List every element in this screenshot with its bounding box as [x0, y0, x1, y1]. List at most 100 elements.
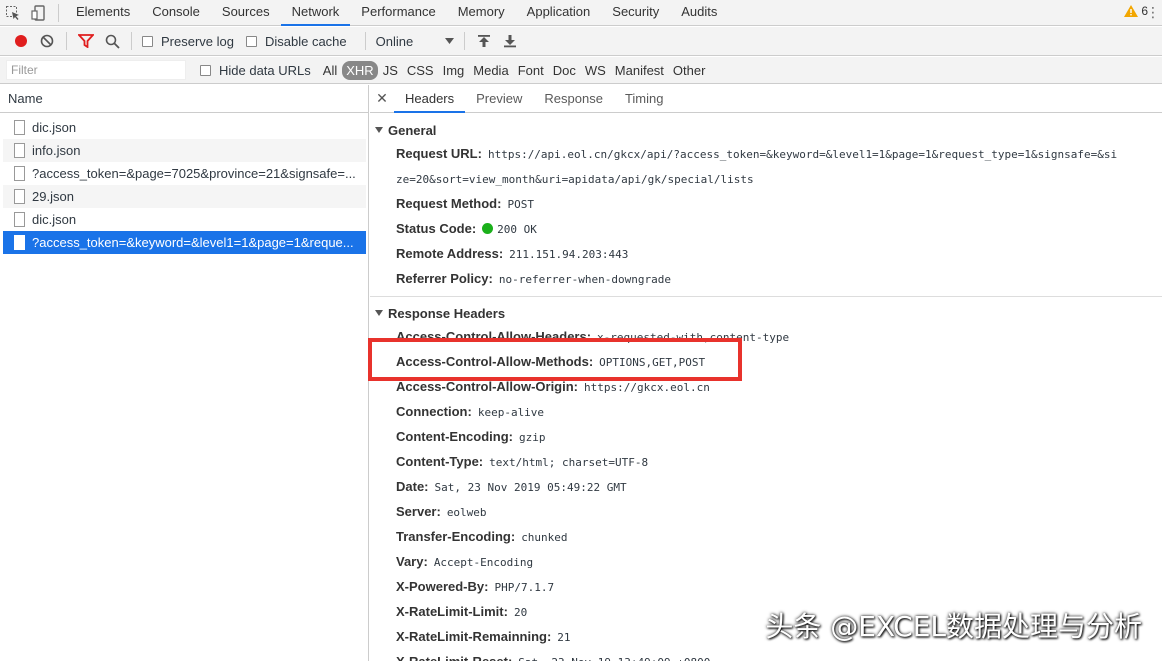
header-name: X-RateLimit-Reset: — [396, 654, 512, 661]
header-value: 21 — [557, 631, 571, 644]
header-value: 211.151.94.203:443 — [509, 248, 629, 261]
tab-application[interactable]: Application — [516, 0, 602, 26]
tab-audits[interactable]: Audits — [670, 0, 728, 26]
filter-input[interactable]: Filter — [6, 60, 186, 80]
header-value: Sat, 23 Nov 19 13:49:09 +0800 — [518, 656, 710, 661]
warnings-counter[interactable]: 6 — [1124, 4, 1148, 18]
search-button[interactable] — [99, 28, 125, 54]
tab-elements[interactable]: Elements — [65, 0, 141, 26]
tab-headers[interactable]: Headers — [394, 85, 466, 113]
general-section-header[interactable]: General — [370, 118, 1162, 142]
throttling-value: Online — [375, 33, 414, 49]
filter-type-media[interactable]: Media — [469, 63, 512, 78]
checkbox-box[interactable] — [200, 64, 211, 76]
tab-console[interactable]: Console — [141, 0, 211, 26]
remote-address-row: Remote Address: 211.151.94.203:443 — [370, 242, 1162, 267]
record-button[interactable] — [8, 28, 34, 54]
filter-type-font[interactable]: Font — [514, 63, 548, 78]
request-row[interactable]: dic.json — [3, 208, 366, 231]
checkbox-box[interactable] — [245, 35, 257, 47]
response-header-row: Vary: Accept-Encoding — [370, 550, 1162, 575]
kebab-menu-icon[interactable]: ⋮ — [1146, 4, 1160, 21]
header-name: Content-Encoding: — [396, 429, 513, 444]
response-header-row: Server: eolweb — [370, 500, 1162, 525]
response-header-row: Connection: keep-alive — [370, 400, 1162, 425]
inspect-element-icon[interactable] — [0, 0, 26, 26]
header-name: Content-Type: — [396, 454, 484, 469]
preserve-log-label: Preserve log — [161, 33, 234, 49]
throttling-select[interactable]: Online — [372, 34, 458, 49]
filter-type-manifest[interactable]: Manifest — [611, 63, 668, 78]
request-row[interactable]: info.json — [3, 139, 366, 162]
header-name: Referrer Policy: — [396, 271, 493, 286]
request-row[interactable]: dic.json — [3, 116, 366, 139]
filter-button[interactable] — [73, 28, 99, 54]
tab-performance[interactable]: Performance — [350, 0, 446, 26]
toolbar-separator — [463, 32, 465, 50]
disable-cache-label: Disable cache — [264, 33, 347, 49]
device-toolbar-icon[interactable] — [26, 0, 52, 26]
request-row[interactable]: 29.json — [3, 185, 366, 208]
detail-tabbar: ✕ Headers Preview Response Timing — [370, 85, 1162, 113]
request-row-selected[interactable]: ?access_token=&keyword=&level1=1&page=1&… — [3, 231, 366, 254]
header-name: Date: — [396, 479, 429, 494]
filter-type-all[interactable]: All — [319, 63, 341, 78]
response-headers-title: Response Headers — [388, 305, 506, 321]
tab-timing[interactable]: Timing — [614, 85, 675, 113]
import-har-button[interactable] — [471, 28, 497, 54]
tab-response[interactable]: Response — [533, 85, 614, 113]
highlight-annotation-box — [368, 338, 742, 381]
checkbox-box[interactable] — [142, 35, 153, 47]
filter-type-doc[interactable]: Doc — [549, 63, 580, 78]
header-value: https://gkcx.eol.cn — [584, 381, 710, 394]
name-column-header[interactable]: Name — [0, 85, 368, 113]
header-value: https://api.eol.cn/gkcx/api/?access_toke… — [487, 148, 1118, 161]
filter-type-js[interactable]: JS — [379, 63, 402, 78]
file-icon — [14, 143, 25, 158]
hide-data-urls-checkbox[interactable]: Hide data URLs — [200, 63, 311, 78]
file-icon — [14, 189, 25, 204]
toolbar-separator — [66, 32, 67, 50]
close-icon[interactable]: ✕ — [370, 90, 394, 107]
request-name: ?access_token=&page=7025&province=21&sig… — [32, 166, 356, 181]
header-name: Connection: — [396, 404, 472, 419]
tab-network[interactable]: Network — [280, 0, 351, 26]
file-icon — [14, 166, 25, 181]
filter-type-img[interactable]: Img — [439, 63, 469, 78]
header-value: Accept-Encoding — [433, 556, 534, 569]
clear-icon — [40, 34, 54, 48]
tab-sources[interactable]: Sources — [211, 0, 281, 26]
filter-type-css[interactable]: CSS — [403, 63, 438, 78]
dropdown-arrow-icon — [444, 38, 454, 44]
clear-button[interactable] — [34, 28, 60, 54]
response-header-row: X-Powered-By: PHP/7.1.7 — [370, 575, 1162, 600]
tab-preview[interactable]: Preview — [465, 85, 533, 113]
header-value: keep-alive — [477, 406, 545, 419]
request-url-row: Request URL: https://api.eol.cn/gkcx/api/… — [370, 142, 1162, 167]
filter-type-ws[interactable]: WS — [581, 63, 610, 78]
network-toolbar: Preserve log Disable cache Online — [0, 27, 1162, 56]
filter-type-other[interactable]: Other — [669, 63, 710, 78]
response-headers-section-header[interactable]: Response Headers — [370, 301, 1162, 325]
request-name: ?access_token=&keyword=&level1=1&page=1&… — [32, 235, 354, 250]
header-value: Sat, 23 Nov 2019 05:49:22 GMT — [434, 481, 627, 494]
tab-security[interactable]: Security — [601, 0, 670, 26]
request-name: info.json — [32, 143, 81, 158]
search-icon — [105, 34, 120, 49]
preserve-log-checkbox[interactable]: Preserve log — [142, 34, 234, 49]
request-name: dic.json — [32, 212, 77, 227]
toolbar-separator — [131, 32, 132, 50]
header-name: Remote Address: — [396, 246, 504, 261]
header-value: 20 — [513, 606, 528, 619]
header-name: X-RateLimit-Limit: — [396, 604, 508, 619]
file-icon — [14, 235, 25, 250]
devtools-tabbar: Elements Console Sources Network Perform… — [0, 0, 1162, 26]
status-ok-icon — [482, 223, 494, 234]
disable-cache-checkbox[interactable]: Disable cache — [245, 33, 347, 49]
header-value: gzip — [518, 431, 546, 444]
header-name: Access-Control-Allow-Origin: — [396, 379, 579, 394]
export-har-button[interactable] — [497, 28, 523, 54]
filter-type-xhr[interactable]: XHR — [342, 60, 378, 80]
tab-memory[interactable]: Memory — [447, 0, 516, 26]
request-row[interactable]: ?access_token=&page=7025&province=21&sig… — [3, 162, 366, 185]
